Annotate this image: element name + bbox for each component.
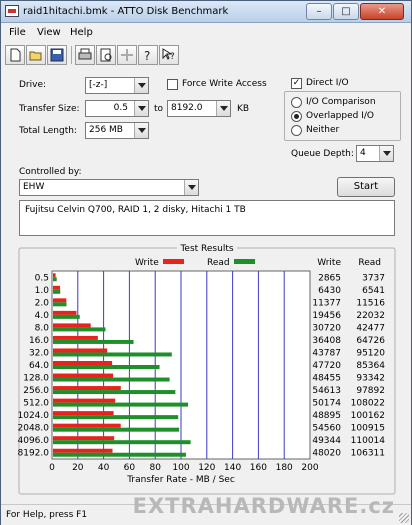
x-tick-label: 180 (276, 463, 293, 473)
legend-read-swatch (234, 259, 255, 264)
write-bar (53, 373, 114, 378)
x-tick-label: 200 (301, 463, 318, 473)
write-value: 47720 (312, 361, 341, 371)
read-bar (53, 339, 134, 344)
category-label: 4096.0 (18, 436, 50, 446)
column-header-read: Read (358, 258, 381, 268)
read-value: 106311 (351, 449, 385, 459)
x-tick-label: 80 (149, 463, 161, 473)
read-bar (53, 452, 186, 457)
read-bar (53, 440, 191, 445)
read-bar (53, 365, 160, 369)
write-bar (53, 310, 77, 315)
write-bar (53, 348, 108, 353)
write-value: 50174 (312, 399, 341, 409)
column-header-write: Write (317, 258, 341, 268)
x-tick-label: 140 (224, 463, 241, 473)
x-tick-label: 100 (172, 463, 189, 473)
legend-read-label: Read (207, 258, 230, 268)
write-bar (53, 298, 67, 303)
category-label: 8192.0 (18, 449, 50, 459)
status-text: For Help, press F1 (6, 510, 88, 520)
write-bar (53, 448, 113, 453)
write-bar (53, 398, 116, 403)
read-value: 11516 (356, 298, 385, 308)
test-results-panel: Test Results Write Read Write Read 0 20 40 60 80 1… (18, 242, 396, 495)
write-bar (53, 423, 121, 428)
read-value: 97892 (356, 386, 385, 396)
x-axis-label: Transfer Rate - MB / Sec (126, 475, 235, 485)
category-label: 512.0 (23, 399, 49, 409)
read-bar (53, 427, 180, 432)
read-value: 95120 (356, 348, 385, 358)
x-tick-label: 20 (72, 463, 84, 473)
write-value: 19456 (312, 311, 341, 321)
category-label: 256.0 (23, 386, 49, 396)
write-bar (53, 323, 91, 328)
read-bar (53, 352, 172, 357)
read-value: 100162 (351, 411, 385, 421)
read-bar (53, 302, 67, 307)
category-label: 1024.0 (18, 411, 50, 421)
results-group-label: Test Results (179, 244, 233, 254)
legend-write-label: Write (135, 258, 159, 268)
read-value: 100915 (351, 424, 385, 434)
read-value: 3737 (362, 273, 385, 283)
watermark: EXTRAHARDWARE.cz (132, 494, 395, 518)
read-bar (53, 277, 57, 282)
read-value: 93342 (356, 374, 385, 384)
write-value: 48455 (312, 374, 341, 384)
read-bar (53, 415, 179, 420)
category-label: 32.0 (29, 348, 49, 358)
category-label: 128.0 (23, 374, 49, 384)
read-bar (53, 327, 106, 332)
write-value: 54560 (312, 424, 341, 434)
resize-grip[interactable] (399, 513, 409, 523)
legend-write-swatch (163, 259, 184, 264)
category-label: 64.0 (29, 361, 49, 371)
write-value: 48020 (312, 449, 341, 459)
write-value: 54613 (312, 386, 341, 396)
write-bar (53, 285, 61, 290)
write-bar (53, 436, 115, 441)
read-value: 85364 (356, 361, 385, 371)
category-label: 1.0 (35, 286, 50, 296)
x-tick-label: 40 (98, 463, 110, 473)
category-label: 2.0 (35, 298, 50, 308)
write-value: 6430 (318, 286, 341, 296)
app-window: raid1hitachi.bmk - ATTO Disk Benchmark –… (0, 0, 412, 525)
write-bar (53, 273, 56, 278)
read-value: 22032 (356, 311, 385, 321)
x-tick-label: 60 (124, 463, 136, 473)
read-bar (53, 289, 61, 294)
read-bar (53, 377, 170, 382)
write-bar (53, 386, 121, 391)
read-bar (53, 314, 80, 319)
write-value: 43787 (312, 348, 341, 358)
write-bar (53, 411, 114, 416)
write-bar (53, 335, 98, 340)
x-tick-label: 160 (250, 463, 267, 473)
write-value: 2865 (318, 273, 341, 283)
write-value: 49344 (312, 436, 341, 446)
read-bar (53, 390, 176, 395)
write-value: 36408 (312, 336, 341, 346)
read-value: 6541 (362, 286, 385, 296)
write-value: 11377 (312, 298, 341, 308)
category-label: 2048.0 (18, 424, 50, 434)
category-label: 4.0 (35, 311, 50, 321)
x-tick-label: 0 (49, 463, 55, 473)
read-value: 42477 (356, 323, 385, 333)
category-label: 0.5 (35, 273, 49, 283)
read-value: 110014 (351, 436, 386, 446)
read-value: 64726 (356, 336, 385, 346)
category-label: 16.0 (29, 336, 49, 346)
read-bar (53, 402, 189, 407)
category-label: 8.0 (35, 323, 50, 333)
write-bar (53, 361, 113, 365)
x-tick-label: 120 (198, 463, 215, 473)
write-value: 48895 (312, 411, 341, 421)
write-value: 30720 (312, 323, 341, 333)
read-value: 108022 (351, 399, 385, 409)
